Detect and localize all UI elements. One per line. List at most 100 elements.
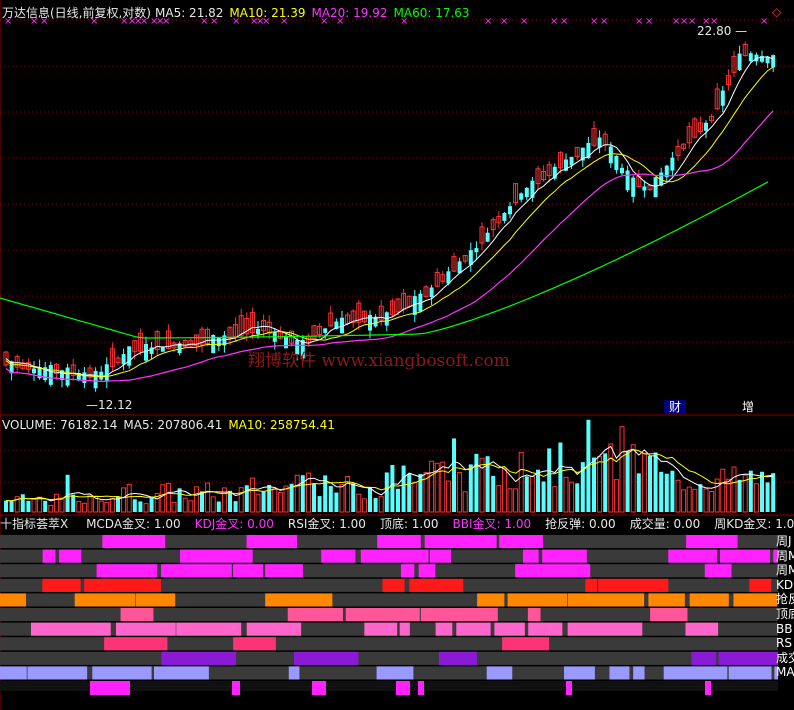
volume-bar	[675, 479, 681, 513]
candle-body	[642, 186, 647, 191]
signal-x-marker: ×	[688, 16, 697, 27]
volume-bar	[552, 486, 558, 513]
volume-bar	[491, 475, 496, 512]
strip-label: BB	[776, 621, 793, 636]
volume-bar	[182, 497, 188, 513]
candle-body	[737, 53, 742, 71]
candle-body	[508, 206, 512, 215]
indicator-strip-segment	[502, 637, 550, 651]
indicator-strip-segment	[74, 593, 136, 607]
candle-body	[519, 193, 524, 200]
volume-bar	[53, 493, 59, 513]
volume-bar	[267, 484, 272, 512]
volume-bar	[81, 502, 87, 513]
indicator-strip-segment	[515, 564, 591, 578]
volume-bar	[390, 464, 395, 512]
volume-bar	[160, 484, 166, 513]
volume-bar	[255, 493, 261, 513]
indicator-strip-segment	[705, 681, 711, 695]
volume-bar	[547, 448, 552, 512]
volume-bar	[501, 468, 507, 513]
volume-bar	[165, 482, 171, 513]
volume-bar	[737, 479, 742, 512]
volume-bar	[636, 473, 641, 512]
volume-bar	[244, 485, 249, 512]
candle-body	[620, 167, 624, 174]
volume-bar	[98, 500, 104, 513]
volume-bar	[121, 487, 127, 513]
candle-body	[144, 343, 148, 361]
volume-bar	[748, 470, 753, 512]
indicator-strip-segment	[90, 681, 130, 695]
indicator-item: 顶底: 1.00	[379, 517, 439, 531]
indicator-strip-segment	[382, 578, 405, 592]
indicator-strip-segment	[265, 564, 303, 578]
volume-bar	[87, 494, 93, 513]
candle-body	[32, 368, 36, 374]
volume-bar	[283, 485, 289, 513]
volume-bar	[373, 498, 378, 512]
candle-body	[670, 157, 675, 171]
volume-bar	[664, 473, 669, 512]
indicator-strip-segment	[567, 593, 645, 607]
indicator-strip-segment	[400, 564, 415, 578]
volume-bar	[407, 473, 412, 512]
volume-bar	[575, 483, 580, 512]
indicator-item: RSI金叉: 1.00	[287, 517, 366, 531]
candle-body	[569, 156, 574, 166]
candle-body	[625, 170, 630, 191]
candle-body	[502, 212, 507, 221]
candle-body	[99, 371, 104, 380]
strip-label: MA	[776, 665, 794, 680]
strip-label: RS	[776, 636, 792, 651]
candle-body	[48, 365, 53, 385]
badge-zeng[interactable]: 增	[738, 400, 758, 414]
indicator-strip-segment	[287, 608, 343, 622]
indicator-strip-segment	[733, 593, 778, 607]
volume-bar	[625, 451, 630, 512]
indicator-strip-segment	[409, 578, 464, 592]
indicator-strip-segment	[567, 622, 643, 636]
candle-body	[608, 146, 613, 164]
strip-label: 抢反	[776, 592, 794, 607]
volume-bar	[188, 500, 194, 513]
indicator-strip-segment	[42, 578, 81, 592]
indicator-strip-segment	[232, 681, 240, 695]
candle-body	[485, 232, 490, 242]
signal-markers-row: × × × × × × × × × × × × × × × × × × × × × × × × × × × × × × × × × × × ×	[0, 16, 768, 30]
volume-bar	[249, 477, 255, 513]
volume-bar	[277, 492, 283, 513]
diamond-icon[interactable]: ◇	[772, 5, 781, 19]
volume-bar	[765, 482, 770, 512]
ma10-line	[5, 66, 774, 378]
volume-bar	[328, 486, 333, 512]
volume-bar	[681, 489, 687, 513]
volume-bar	[20, 494, 25, 512]
indicator-item: 抢反弹: 0.00	[545, 517, 616, 531]
indicator-item: 周KD金叉: 1.00	[714, 517, 794, 531]
indicator-strip-segment	[161, 651, 237, 665]
volume-bar	[76, 500, 82, 513]
volume-bar	[4, 500, 8, 512]
volume-bar	[692, 488, 698, 513]
indicator-strip-segment	[246, 535, 298, 549]
strip-label: 周M	[776, 563, 794, 578]
volume-bar	[132, 499, 137, 512]
indicator-strip-segment	[749, 578, 772, 592]
indicator-strip-segment	[399, 622, 410, 636]
volume-bar	[216, 501, 221, 512]
signal-x-marker: ×	[162, 16, 171, 27]
badge-cai[interactable]: 财	[664, 400, 686, 414]
watermark: 翔博软件 www.xiangbosoft.com	[248, 351, 510, 371]
volume-bar	[205, 482, 211, 513]
indicator-strip-segment	[246, 622, 302, 636]
volume-bar	[401, 465, 406, 512]
indicator-strip-segment	[542, 549, 587, 563]
volume-ma10-value: MA10: 258754.41	[228, 418, 335, 432]
volume-value: VOLUME: 76182.14	[2, 418, 118, 432]
indicator-item: KDJ金叉: 0.00	[194, 517, 274, 531]
indicator-strip-segment	[609, 666, 630, 680]
volume-bar	[457, 472, 463, 513]
volume-bar	[641, 452, 647, 513]
indicator-strip-bg	[0, 651, 778, 665]
